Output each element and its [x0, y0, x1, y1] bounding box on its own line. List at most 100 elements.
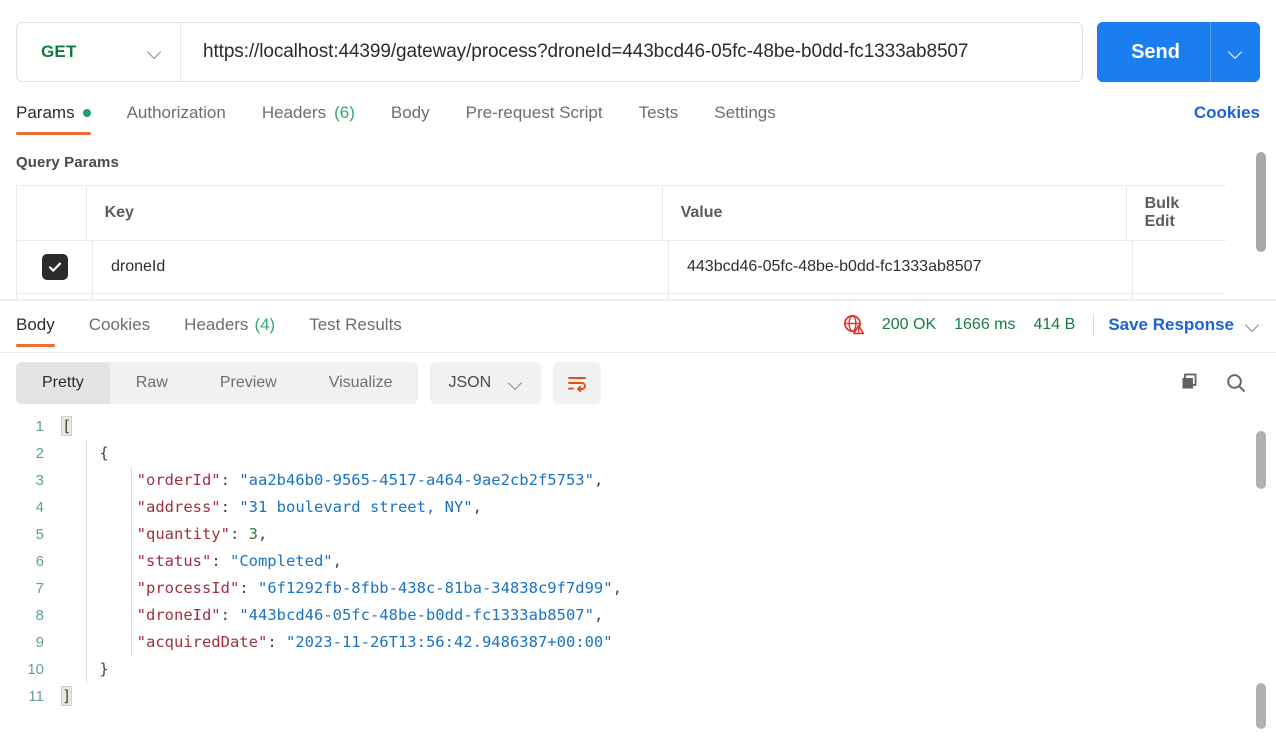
param-key-input[interactable]: droneId [93, 241, 669, 293]
param-value-input[interactable]: 443bcd46-05fc-48be-b0dd-fc1333ab8507 [669, 241, 1133, 293]
code-line-text: "acquiredDate": "2023-11-26T13:56:42.948… [62, 629, 613, 656]
send-button[interactable]: Send [1097, 22, 1210, 82]
response-tab-body[interactable]: Body [16, 315, 55, 347]
json-code-block: 1[2 {3 "orderId": "aa2b46b0-9565-4517-a4… [0, 413, 1276, 710]
query-params-section: Query Params Key Value Bulk Edit droneId… [0, 140, 1276, 307]
request-tabs: Params Authorization Headers (6) Body Pr… [0, 98, 1276, 140]
body-scrollbar-thumb-top[interactable] [1256, 431, 1266, 489]
response-tab-headers[interactable]: Headers (4) [184, 315, 275, 347]
cookies-link[interactable]: Cookies [1194, 103, 1260, 135]
code-line: 8 "droneId": "443bcd46-05fc-48be-b0dd-fc… [0, 602, 1276, 629]
code-token: : [211, 552, 230, 570]
tab-label: Test Results [309, 315, 402, 334]
tab-count: (6) [334, 103, 355, 122]
code-token: : [229, 525, 249, 543]
view-raw-button[interactable]: Raw [110, 362, 194, 404]
response-tab-test-results[interactable]: Test Results [309, 315, 402, 347]
view-visualize-button[interactable]: Visualize [303, 362, 419, 404]
tab-active-underline [16, 132, 91, 135]
tab-params[interactable]: Params [16, 103, 91, 135]
url-input[interactable]: https://localhost:44399/gateway/process?… [181, 23, 1082, 81]
view-pretty-button[interactable]: Pretty [16, 362, 110, 404]
tab-label: Body [390, 103, 430, 122]
code-token: "aa2b46b0-9565-4517-a464-9ae2cb2f5753" [239, 471, 594, 489]
code-token: "443bcd46-05fc-48be-b0dd-fc1333ab8507" [239, 606, 594, 624]
line-number: 10 [27, 661, 44, 678]
view-mode-segmented-control: Pretty Raw Preview Visualize [16, 362, 419, 404]
copy-button[interactable] [1178, 371, 1202, 395]
row-actions [1133, 241, 1226, 293]
tab-settings[interactable]: Settings [714, 103, 775, 135]
code-token: , [258, 525, 268, 543]
indent-guide [86, 440, 87, 683]
tab-authorization[interactable]: Authorization [127, 103, 226, 135]
code-token: "2023-11-26T13:56:42.9486387+00:00" [285, 633, 613, 651]
globe-warning-icon[interactable] [842, 313, 866, 337]
tab-label: Body [16, 315, 55, 334]
check-icon [48, 262, 61, 272]
line-number: 11 [28, 688, 44, 705]
send-options-button[interactable] [1210, 22, 1260, 82]
row-checkbox[interactable] [41, 254, 68, 280]
tab-active-underline [16, 344, 55, 347]
meta-divider [1093, 314, 1095, 336]
code-line: 11] [0, 683, 1276, 710]
response-size: 414 B [1033, 316, 1076, 333]
postman-request-response-pane: GET https://localhost:44399/gateway/proc… [0, 0, 1276, 742]
response-body-viewer[interactable]: 1[2 {3 "orderId": "aa2b46b0-9565-4517-a4… [0, 413, 1276, 742]
code-line: 5 "quantity": 3, [0, 521, 1276, 548]
tab-headers[interactable]: Headers (6) [262, 103, 355, 135]
modified-dot-icon [82, 109, 91, 117]
code-token: "quantity" [136, 525, 230, 543]
line-number: 7 [35, 580, 44, 597]
header-key: Key [87, 186, 663, 240]
response-tabs-divider [0, 352, 1276, 353]
search-button[interactable] [1224, 371, 1248, 395]
code-line: 1[ [0, 413, 1276, 440]
code-token: , [472, 498, 482, 516]
bulk-edit-button[interactable]: Bulk Edit [1127, 186, 1226, 240]
tab-pre-request-script[interactable]: Pre-request Script [466, 103, 603, 135]
code-token: , [612, 579, 622, 597]
tab-label: Settings [714, 103, 776, 122]
params-scrollbar-thumb[interactable] [1256, 152, 1266, 252]
tab-label: Headers [184, 315, 249, 334]
code-token: [ [60, 416, 73, 436]
row-checkbox-cell [17, 241, 93, 293]
view-preview-button[interactable]: Preview [194, 362, 303, 404]
code-token: } [99, 660, 109, 678]
body-scrollbar-thumb-bottom[interactable] [1256, 683, 1266, 729]
format-toolbar: Pretty Raw Preview Visualize JSON [0, 353, 1276, 407]
code-token: "31 boulevard street, NY" [239, 498, 473, 516]
http-method-label: GET [41, 42, 77, 61]
response-tab-cookies[interactable]: Cookies [89, 315, 150, 347]
code-token: "Completed" [229, 552, 333, 570]
line-number: 8 [35, 607, 44, 624]
indent-guide [131, 467, 132, 656]
tab-tests[interactable]: Tests [639, 103, 679, 135]
code-token: : [267, 633, 286, 651]
tab-label: Tests [638, 103, 679, 122]
http-method-dropdown[interactable]: GET [17, 23, 181, 81]
code-line-text: "orderId": "aa2b46b0-9565-4517-a464-9ae2… [62, 467, 604, 494]
code-line: 9 "acquiredDate": "2023-11-26T13:56:42.9… [0, 629, 1276, 656]
tab-label: Pre-request Script [465, 103, 603, 122]
params-scrollbar[interactable] [1256, 152, 1266, 298]
save-response-button[interactable]: Save Response [1108, 315, 1234, 335]
table-row: droneId 443bcd46-05fc-48be-b0dd-fc1333ab… [17, 241, 1226, 294]
response-time: 1666 ms [954, 316, 1016, 333]
code-token: : [220, 471, 240, 489]
code-line-text: [ [60, 413, 73, 440]
tab-body[interactable]: Body [391, 103, 430, 135]
chevron-down-icon[interactable] [1246, 318, 1260, 332]
response-meta: 200 OK 1666 ms 414 B Save Response [842, 313, 1260, 349]
tab-label: Authorization [126, 103, 226, 122]
status-code: 200 OK [881, 316, 937, 333]
response-tabs: Body Cookies Headers (4) Test Results 20… [0, 309, 1276, 353]
language-dropdown[interactable]: JSON [430, 362, 542, 404]
code-line-text: "status": "Completed", [62, 548, 342, 575]
code-line: 6 "status": "Completed", [0, 548, 1276, 575]
code-token: ] [60, 686, 73, 706]
line-number: 3 [35, 472, 44, 489]
word-wrap-button[interactable] [553, 362, 602, 404]
